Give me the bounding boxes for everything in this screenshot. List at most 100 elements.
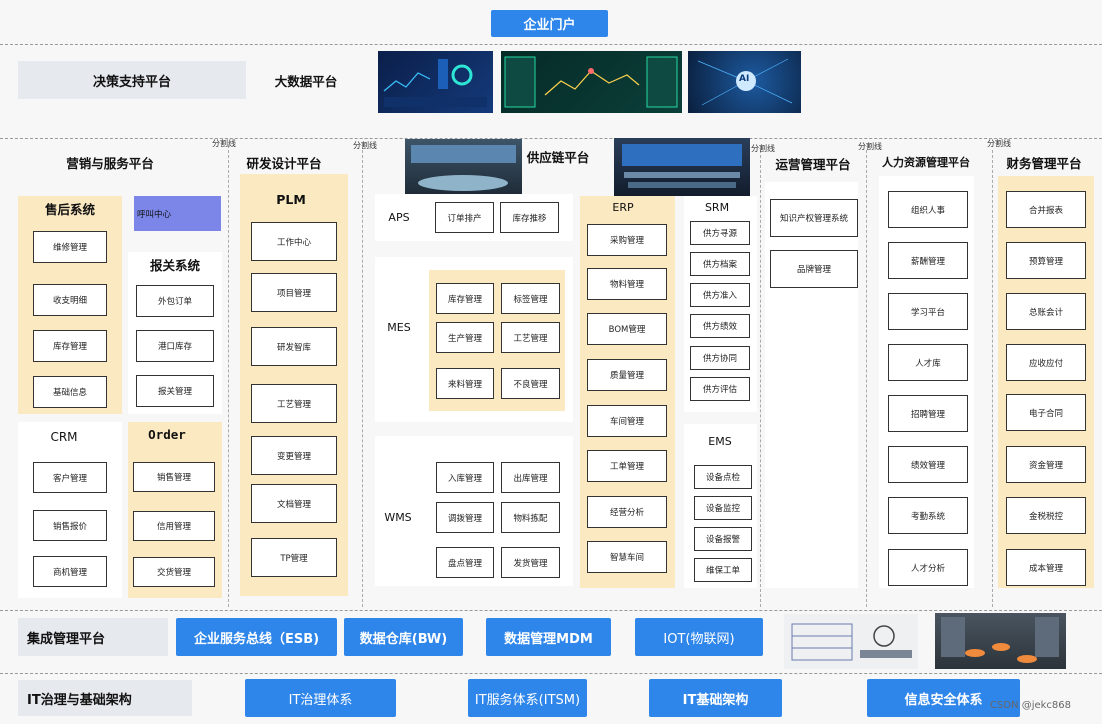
- wms-item[interactable]: 入库管理: [436, 462, 494, 493]
- crm-item[interactable]: 客户管理: [33, 462, 107, 493]
- srm-item[interactable]: 供方评估: [690, 377, 750, 401]
- finance-item[interactable]: 电子合同: [1006, 394, 1086, 431]
- ems-item[interactable]: 维保工单: [694, 558, 752, 582]
- srm-item[interactable]: 供方档案: [690, 252, 750, 276]
- ems-title: EMS: [708, 434, 732, 448]
- wms-item[interactable]: 盘点管理: [436, 547, 494, 578]
- order-item[interactable]: 销售管理: [133, 462, 215, 492]
- ems-item[interactable]: 设备点检: [694, 465, 752, 489]
- integration-item-esb[interactable]: 企业服务总线（ESB): [176, 618, 337, 656]
- plm-item[interactable]: 研发智库: [251, 327, 337, 366]
- it-item-infrastructure[interactable]: IT基础架构: [649, 679, 782, 717]
- order-item[interactable]: 信用管理: [133, 511, 215, 541]
- hr-item[interactable]: 人才分析: [888, 549, 968, 586]
- customs-item[interactable]: 外包订单: [136, 285, 214, 317]
- it-item-security[interactable]: 信息安全体系: [867, 679, 1020, 717]
- ops-item[interactable]: 品牌管理: [770, 250, 858, 288]
- finance-item[interactable]: 总账会计: [1006, 293, 1086, 330]
- erp-item[interactable]: BOM管理: [587, 313, 667, 345]
- erp-item[interactable]: 采购管理: [587, 224, 667, 256]
- watermark: CSDN @jekc868: [990, 700, 1071, 711]
- erp-item[interactable]: 智慧车间: [587, 541, 667, 573]
- customs-item[interactable]: 报关管理: [136, 375, 214, 407]
- aftersales-item[interactable]: 基础信息: [33, 376, 107, 408]
- finance-item[interactable]: 应收应付: [1006, 344, 1086, 381]
- erp-item[interactable]: 经营分析: [587, 496, 667, 528]
- it-item-governance[interactable]: IT治理体系: [245, 679, 396, 717]
- mes-item[interactable]: 来料管理: [436, 368, 494, 399]
- it-governance-platform[interactable]: IT治理与基础架构: [18, 680, 192, 716]
- hr-item[interactable]: 组织人事: [888, 191, 968, 228]
- divider: [0, 138, 1102, 139]
- aftersales-title: 售后系统: [44, 201, 95, 217]
- erp-item[interactable]: 车间管理: [587, 405, 667, 437]
- finance-item[interactable]: 成本管理: [1006, 549, 1086, 586]
- hr-item[interactable]: 学习平台: [888, 293, 968, 330]
- wms-item[interactable]: 调拨管理: [436, 502, 494, 533]
- finance-item[interactable]: 资金管理: [1006, 446, 1086, 483]
- plm-item[interactable]: 工艺管理: [251, 384, 337, 423]
- srm-item[interactable]: 供方绩效: [690, 314, 750, 338]
- integration-item-iot[interactable]: IOT(物联网): [635, 618, 763, 656]
- integration-item-mdm[interactable]: 数据管理MDM: [486, 618, 611, 656]
- integration-platform[interactable]: 集成管理平台: [18, 618, 168, 656]
- ops-panel: [765, 182, 858, 588]
- plm-item[interactable]: 变更管理: [251, 436, 337, 475]
- call-center-button[interactable]: 呼叫中心: [134, 196, 221, 231]
- separator-label: 分割线: [353, 141, 377, 150]
- wms-item[interactable]: 出库管理: [501, 462, 560, 493]
- aps-item[interactable]: 库存推移: [500, 202, 559, 233]
- crm-item[interactable]: 销售报价: [33, 510, 107, 541]
- aftersales-item[interactable]: 库存管理: [33, 330, 107, 362]
- separator-line: [992, 150, 993, 607]
- srm-item[interactable]: 供方准入: [690, 283, 750, 307]
- hr-item[interactable]: 考勤系统: [888, 497, 968, 534]
- order-item[interactable]: 交货管理: [133, 557, 215, 587]
- supply-platform-title: 供应链平台: [526, 149, 590, 165]
- separator-line: [228, 145, 229, 607]
- aftersales-item[interactable]: 维修管理: [33, 231, 107, 263]
- rnd-platform-title: 研发设计平台: [246, 155, 322, 171]
- finance-item[interactable]: 金税税控: [1006, 497, 1086, 534]
- crm-item[interactable]: 商机管理: [33, 556, 107, 587]
- aps-item[interactable]: 订单排产: [435, 202, 494, 233]
- hr-item[interactable]: 人才库: [888, 344, 968, 381]
- mes-item[interactable]: 标签管理: [501, 283, 560, 314]
- wms-item[interactable]: 物料拣配: [501, 502, 560, 533]
- erp-item[interactable]: 物料管理: [587, 268, 667, 300]
- plm-item[interactable]: TP管理: [251, 538, 337, 577]
- erp-item[interactable]: 工单管理: [587, 450, 667, 482]
- ems-item[interactable]: 设备报警: [694, 527, 752, 551]
- control-room-image-2: [614, 138, 750, 196]
- decision-support-platform[interactable]: 决策支持平台: [18, 61, 246, 99]
- erp-item[interactable]: 质量管理: [587, 359, 667, 391]
- ai-label: AI: [739, 74, 750, 84]
- finance-item[interactable]: 预算管理: [1006, 242, 1086, 279]
- warehouse-image-1: [784, 614, 918, 669]
- separator-line: [362, 150, 363, 607]
- mes-item[interactable]: 不良管理: [501, 368, 560, 399]
- crm-title: CRM: [50, 430, 78, 444]
- portal-button[interactable]: 企业门户: [491, 10, 608, 37]
- plm-item[interactable]: 项目管理: [251, 273, 337, 312]
- mes-item[interactable]: 工艺管理: [501, 322, 560, 353]
- integration-item-bw[interactable]: 数据仓库(BW): [344, 618, 463, 656]
- aftersales-item[interactable]: 收支明细: [33, 284, 107, 316]
- ems-item[interactable]: 设备监控: [694, 496, 752, 520]
- mes-item[interactable]: 库存管理: [436, 283, 494, 314]
- customs-item[interactable]: 港口库存: [136, 330, 214, 362]
- finance-item[interactable]: 合并报表: [1006, 191, 1086, 228]
- warehouse-image-2: [935, 613, 1066, 669]
- ops-item[interactable]: 知识产权管理系统: [770, 199, 858, 237]
- srm-item[interactable]: 供方寻源: [690, 221, 750, 245]
- plm-item[interactable]: 工作中心: [251, 222, 337, 261]
- mes-item[interactable]: 生产管理: [436, 322, 494, 353]
- hr-item[interactable]: 薪酬管理: [888, 242, 968, 279]
- srm-item[interactable]: 供方协同: [690, 346, 750, 370]
- separator-line: [866, 150, 867, 607]
- it-item-itsm[interactable]: IT服务体系(ITSM): [468, 679, 587, 717]
- hr-item[interactable]: 绩效管理: [888, 446, 968, 483]
- hr-item[interactable]: 招聘管理: [888, 395, 968, 432]
- wms-item[interactable]: 发货管理: [501, 547, 560, 578]
- plm-item[interactable]: 文档管理: [251, 484, 337, 523]
